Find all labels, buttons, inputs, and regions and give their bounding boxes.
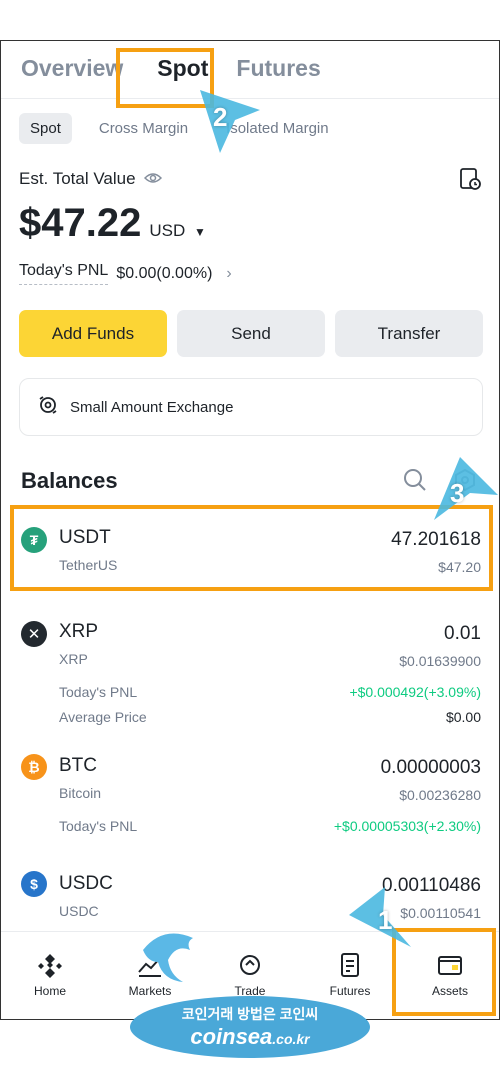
chevron-right-icon: › [226,264,232,282]
callout-arrow-3 [434,457,498,520]
pnl-label: Today's PNL [59,684,138,700]
est-total-label: Est. Total Value [19,169,162,189]
watermark-domain: .co.kr [272,1031,310,1047]
watermark-line2: coinsea.co.kr [190,1024,309,1050]
avg-price-label: Average Price [59,709,147,725]
asset-name: XRP [59,651,88,667]
tab-overview[interactable]: Overview [21,55,123,82]
currency-selector[interactable]: USD ▼ [149,221,206,241]
watermark-brand: coinsea [190,1024,273,1049]
nav-trade[interactable]: Trade [205,952,295,998]
asset-symbol: XRP [59,621,99,642]
futures-icon [341,953,359,977]
asset-amount: 0.00000003 [380,757,481,778]
pnl-value: +$0.00005303(+2.30%) [333,818,481,834]
asset-fiat: $0.01639900 [399,653,481,669]
bitcoin-icon: ₿ [21,754,47,780]
sub-tabs: Spot Cross Margin Isolated Margin [19,113,340,144]
annotation-number-1: 1 [378,905,393,935]
small-exchange-label: Small Amount Exchange [70,398,234,416]
nav-home-label: Home [33,984,66,998]
tab-futures[interactable]: Futures [236,55,320,82]
action-buttons: Add Funds Send Transfer [19,310,483,357]
annotation-number-2: 2 [213,102,228,132]
subtab-cross-margin[interactable]: Cross Margin [88,113,199,144]
usdc-icon: $ [21,871,47,897]
asset-row-usdc[interactable]: $ USDC USDC 0.00110486 $0.00110541 [1,871,499,931]
annotation-number-3: 3 [450,478,465,508]
balances-title: Balances [21,468,118,493]
asset-symbol: USDC [59,873,113,894]
currency-label: USD [149,221,186,240]
total-value: $47.22 USD ▼ [19,201,206,246]
total-amount: $47.22 [19,201,142,245]
nav-futures[interactable]: Futures [305,952,395,998]
nav-home[interactable]: Home [5,952,95,998]
add-funds-button[interactable]: Add Funds [19,310,167,357]
est-total-text: Est. Total Value [19,169,136,188]
highlight-usdt-row [10,505,493,591]
asset-row-xrp[interactable]: ✕ XRP XRP 0.01 $0.01639900 Today's PNL +… [1,611,499,751]
search-icon[interactable] [403,468,427,492]
avg-price-value: $0.00 [445,709,481,725]
exchange-icon [38,395,58,419]
asset-amount: 0.01 [444,623,481,644]
asset-symbol: BTC [59,755,97,776]
nav-futures-label: Futures [329,984,371,998]
xrp-icon: ✕ [21,621,47,647]
pnl-value: $0.00(0.00%) [116,264,213,282]
asset-row-btc[interactable]: ₿ BTC Bitcoin 0.00000003 $0.00236280 Tod… [1,751,499,871]
asset-name: Bitcoin [59,785,102,801]
send-button[interactable]: Send [177,310,325,357]
history-icon[interactable] [459,167,481,191]
coinsea-watermark: 코인거래 방법은 코인씨 coinsea.co.kr [130,996,370,1058]
trade-icon [240,955,260,975]
callout-arrow-2 [200,90,260,153]
pnl-value: +$0.000492(+3.09%) [349,684,481,700]
home-icon [38,954,62,978]
transfer-button[interactable]: Transfer [335,310,483,357]
pnl-label: Today's PNL [59,818,138,834]
caret-down-icon: ▼ [193,225,206,239]
subtab-spot[interactable]: Spot [19,113,72,144]
asset-fiat: $0.00236280 [399,787,481,803]
today-pnl-row[interactable]: Today's PNL $0.00(0.00%) › [19,262,232,285]
asset-name: USDC [59,903,99,919]
small-amount-exchange-button[interactable]: Small Amount Exchange [19,378,483,436]
eye-icon[interactable] [143,169,162,189]
dolphin-logo-icon [143,933,193,982]
watermark-line1: 코인거래 방법은 코인씨 [181,1006,319,1022]
pnl-label: Today's PNL [19,262,109,285]
